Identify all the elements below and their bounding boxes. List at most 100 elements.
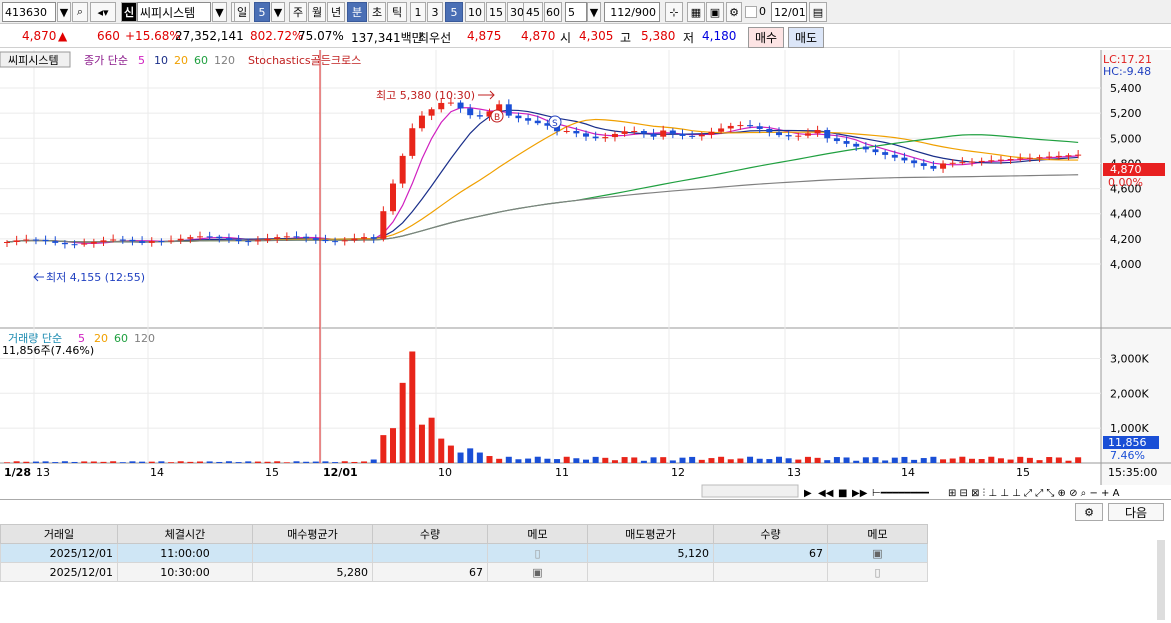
candle-body: [148, 241, 155, 243]
chart-area[interactable]: 5,4005,2005,0004,8004,6004,4004,2004,000…: [0, 50, 1171, 485]
drawing-tools-icon[interactable]: ⊞ ⊟ ⊠ ⫶ ⊥ ⊥ ⊥ ⤢ ⤢ ⤡ ⊕ ⊘ ⌕ − + A: [948, 488, 1120, 499]
gear-icon[interactable]: ⚙: [726, 2, 742, 22]
time-tick-label: 12/01: [323, 466, 358, 479]
interval-dropdown-icon[interactable]: ▼: [587, 2, 601, 22]
candle-body: [949, 162, 956, 164]
save-icon[interactable]: ▣: [706, 2, 724, 22]
candle-body: [90, 241, 97, 244]
interval-3-button[interactable]: 3: [427, 2, 443, 22]
interval-15-button[interactable]: 15: [486, 2, 506, 22]
period-num-button[interactable]: 5: [254, 2, 270, 22]
rewind-icon[interactable]: ◀◀: [818, 488, 834, 499]
tab-second[interactable]: 초: [368, 2, 386, 22]
candle-body: [920, 163, 927, 166]
candle-body: [611, 133, 618, 138]
col-trade-date: 거래일: [0, 524, 118, 544]
tab-minute[interactable]: 분: [347, 2, 367, 22]
volume-bar: [100, 461, 107, 463]
volume-bar: [332, 462, 339, 463]
volume-tick-label: 3,000K: [1110, 352, 1149, 365]
volume-bar: [795, 459, 802, 463]
stock-code-input[interactable]: 413630: [2, 2, 56, 22]
candle-body: [718, 128, 725, 132]
volume-bar: [197, 461, 203, 463]
speaker-icon[interactable]: ◂▾: [90, 2, 116, 22]
tab-week[interactable]: 주: [289, 2, 307, 22]
scroll-right-icon[interactable]: ▶: [804, 488, 812, 499]
candle-body: [515, 115, 522, 119]
candle-body: [332, 241, 339, 243]
volume-bar: [727, 459, 734, 463]
price-tick-label: 4,000: [1110, 258, 1142, 271]
quote-bar: 4,870 ▲ 660 +15.68% 27,352,141 802.72% 7…: [0, 26, 1171, 48]
volume-bar: [341, 461, 348, 463]
interval-input[interactable]: 5: [565, 2, 587, 22]
memo-icon[interactable]: ▯: [827, 562, 928, 582]
candle-body: [476, 115, 483, 117]
change-pct: +15.68%: [125, 29, 181, 43]
volume-bar: [592, 456, 599, 463]
sell-button[interactable]: 매도: [788, 27, 825, 48]
time-tick-label: 13: [787, 466, 801, 479]
horizontal-scrollbar[interactable]: [701, 484, 799, 498]
volume-bar: [168, 462, 175, 463]
memo-edit-icon[interactable]: ▣: [827, 543, 928, 563]
interval-5-button[interactable]: 5: [445, 2, 463, 22]
table-row[interactable]: 2025/12/01 11:00:00 ▯ 5,120 67 ▣: [0, 543, 928, 563]
interval-45-button[interactable]: 45: [523, 2, 543, 22]
forward-icon[interactable]: ▶▶: [852, 488, 868, 499]
next-button[interactable]: 다음: [1108, 503, 1164, 521]
interval-1-button[interactable]: 1: [410, 2, 426, 22]
candle-body: [833, 138, 840, 142]
volume-bar: [853, 460, 860, 463]
volume-bar: [640, 460, 647, 463]
zoom-slider-icon[interactable]: ⊢━━━━━━━━: [872, 488, 930, 499]
crosshair-icon[interactable]: ⊹: [665, 2, 683, 22]
volume-bar: [515, 459, 522, 463]
date-input[interactable]: 12/01: [771, 2, 807, 22]
interval-10-button[interactable]: 10: [465, 2, 485, 22]
candle-body: [1007, 159, 1014, 161]
memo-icon[interactable]: ▯: [487, 543, 588, 563]
tab-year[interactable]: 년: [327, 2, 345, 22]
volume-bar: [390, 428, 396, 463]
tab-tick[interactable]: 틱: [387, 2, 407, 22]
stock-name-dropdown-icon[interactable]: ▼: [212, 2, 227, 22]
candle-body: [303, 236, 310, 239]
calendar-icon[interactable]: ▤: [809, 2, 827, 22]
volume-bar: [766, 459, 773, 463]
table-row[interactable]: 2025/12/01 10:30:00 5,280 67 ▣ ▯: [0, 562, 928, 582]
price-volume-chart[interactable]: 5,4005,2005,0004,8004,6004,4004,2004,000…: [0, 50, 1171, 485]
time-tick-label: 14: [901, 466, 915, 479]
candle-body: [428, 109, 435, 116]
candle-body: [969, 161, 975, 163]
candle-body: [418, 115, 425, 129]
interval-60-button[interactable]: 60: [544, 2, 562, 22]
candle-body: [81, 243, 88, 245]
buy-button[interactable]: 매수: [748, 27, 785, 48]
candle-body: [1036, 157, 1043, 159]
settings-gear-icon[interactable]: ⚙: [1075, 503, 1103, 521]
volume-bar: [187, 461, 194, 463]
tab-month[interactable]: 월: [308, 2, 326, 22]
period-dropdown-icon[interactable]: ▼: [271, 2, 285, 22]
high-value: 5,380: [641, 29, 676, 43]
memo-edit-icon[interactable]: ▣: [487, 562, 588, 582]
up-arrow-icon: ▲: [58, 29, 68, 43]
code-dropdown-icon[interactable]: ▼: [57, 2, 71, 22]
vertical-scrollbar[interactable]: [1157, 540, 1165, 620]
stock-name-field[interactable]: 씨피시스템: [137, 2, 211, 22]
candle-body: [52, 241, 59, 243]
search-icon[interactable]: ⌕: [72, 2, 88, 22]
candle-body: [660, 130, 667, 137]
stop-icon[interactable]: ■: [838, 488, 847, 499]
col-buy-memo: 메모: [487, 524, 588, 544]
period-day-button[interactable]: 일: [234, 2, 250, 22]
grid-icon[interactable]: ▦: [687, 2, 705, 22]
checkbox[interactable]: [745, 6, 757, 18]
volume-bar: [698, 459, 705, 463]
volume-bar: [370, 459, 377, 463]
volume-bar: [225, 461, 232, 463]
volume-bar: [891, 457, 898, 463]
vol-period-20: 20: [94, 332, 108, 345]
